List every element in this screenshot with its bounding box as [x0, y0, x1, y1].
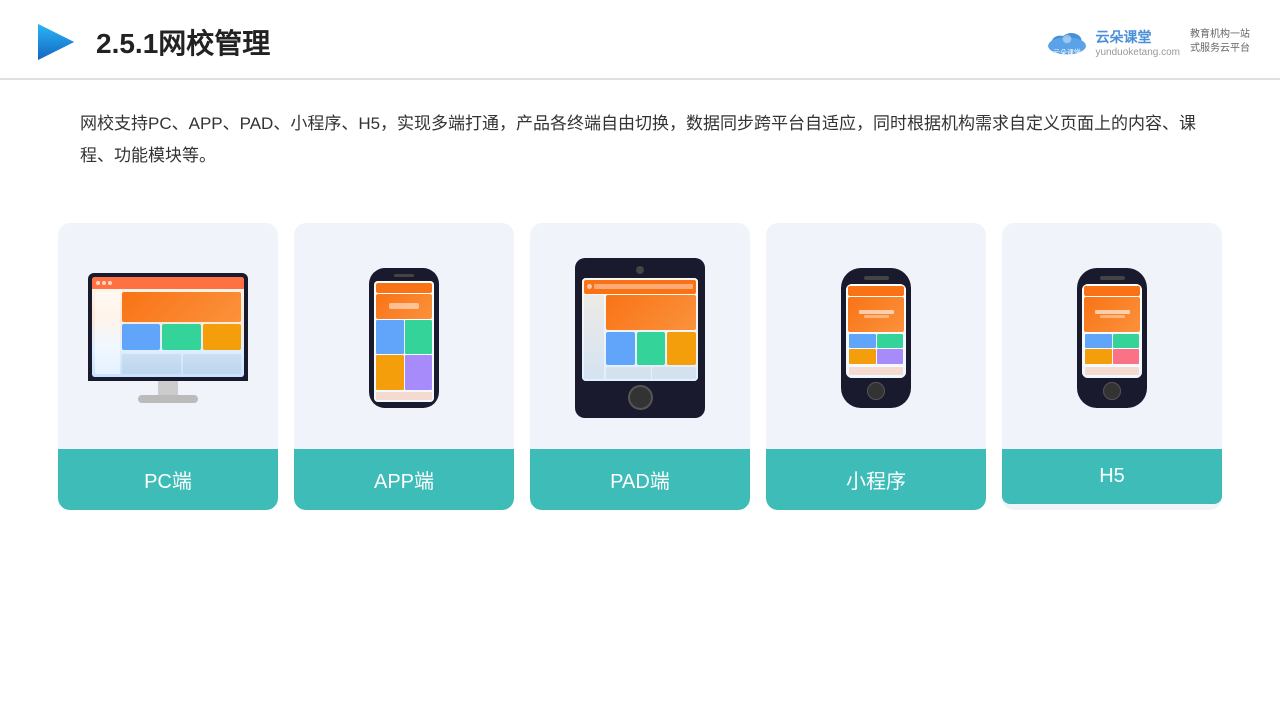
mini-phone — [841, 268, 911, 408]
page-header: 2.5.1网校管理 云朵课堂 云朵课堂 yunduoketang.com 教育机… — [0, 0, 1280, 80]
svg-text:云朵课堂: 云朵课堂 — [1054, 47, 1082, 56]
mini-label: 小程序 — [766, 449, 986, 510]
brand-name: 云朵课堂 — [1095, 27, 1180, 47]
header-left: 2.5.1网校管理 — [30, 18, 270, 66]
pc-label: PC端 — [58, 449, 278, 510]
pc-monitor — [88, 273, 248, 403]
device-cards-section: PC端 — [0, 193, 1280, 530]
h5-label: H5 — [1002, 449, 1222, 504]
app-phone — [369, 268, 439, 408]
logo-arrow-icon — [30, 18, 78, 66]
h5-card: H5 — [1002, 223, 1222, 510]
description-text: 网校支持PC、APP、PAD、小程序、H5，实现多端打通，产品各终端自由切换，数… — [0, 80, 1280, 183]
header-right: 云朵课堂 云朵课堂 yunduoketang.com 教育机构一站式服务云平台 — [1045, 27, 1250, 58]
brand-logo: 云朵课堂 云朵课堂 yunduoketang.com 教育机构一站式服务云平台 — [1045, 27, 1250, 58]
pc-image-area — [58, 243, 278, 433]
mini-card: 小程序 — [766, 223, 986, 510]
pad-image-area — [530, 243, 750, 433]
brand-url: yunduoketang.com — [1095, 47, 1180, 58]
h5-phone — [1077, 268, 1147, 408]
pad-tablet — [575, 258, 705, 418]
mini-image-area — [766, 243, 986, 433]
pad-label: PAD端 — [530, 449, 750, 510]
description-content: 网校支持PC、APP、PAD、小程序、H5，实现多端打通，产品各终端自由切换，数… — [80, 108, 1230, 173]
page-title: 2.5.1网校管理 — [96, 22, 270, 62]
brand-tagline: 教育机构一站式服务云平台 — [1190, 28, 1250, 56]
pad-card: PAD端 — [530, 223, 750, 510]
h5-image-area — [1002, 243, 1222, 433]
app-card: APP端 — [294, 223, 514, 510]
app-image-area — [294, 243, 514, 433]
app-label: APP端 — [294, 449, 514, 510]
cloud-icon: 云朵课堂 — [1045, 27, 1089, 57]
pc-card: PC端 — [58, 223, 278, 510]
